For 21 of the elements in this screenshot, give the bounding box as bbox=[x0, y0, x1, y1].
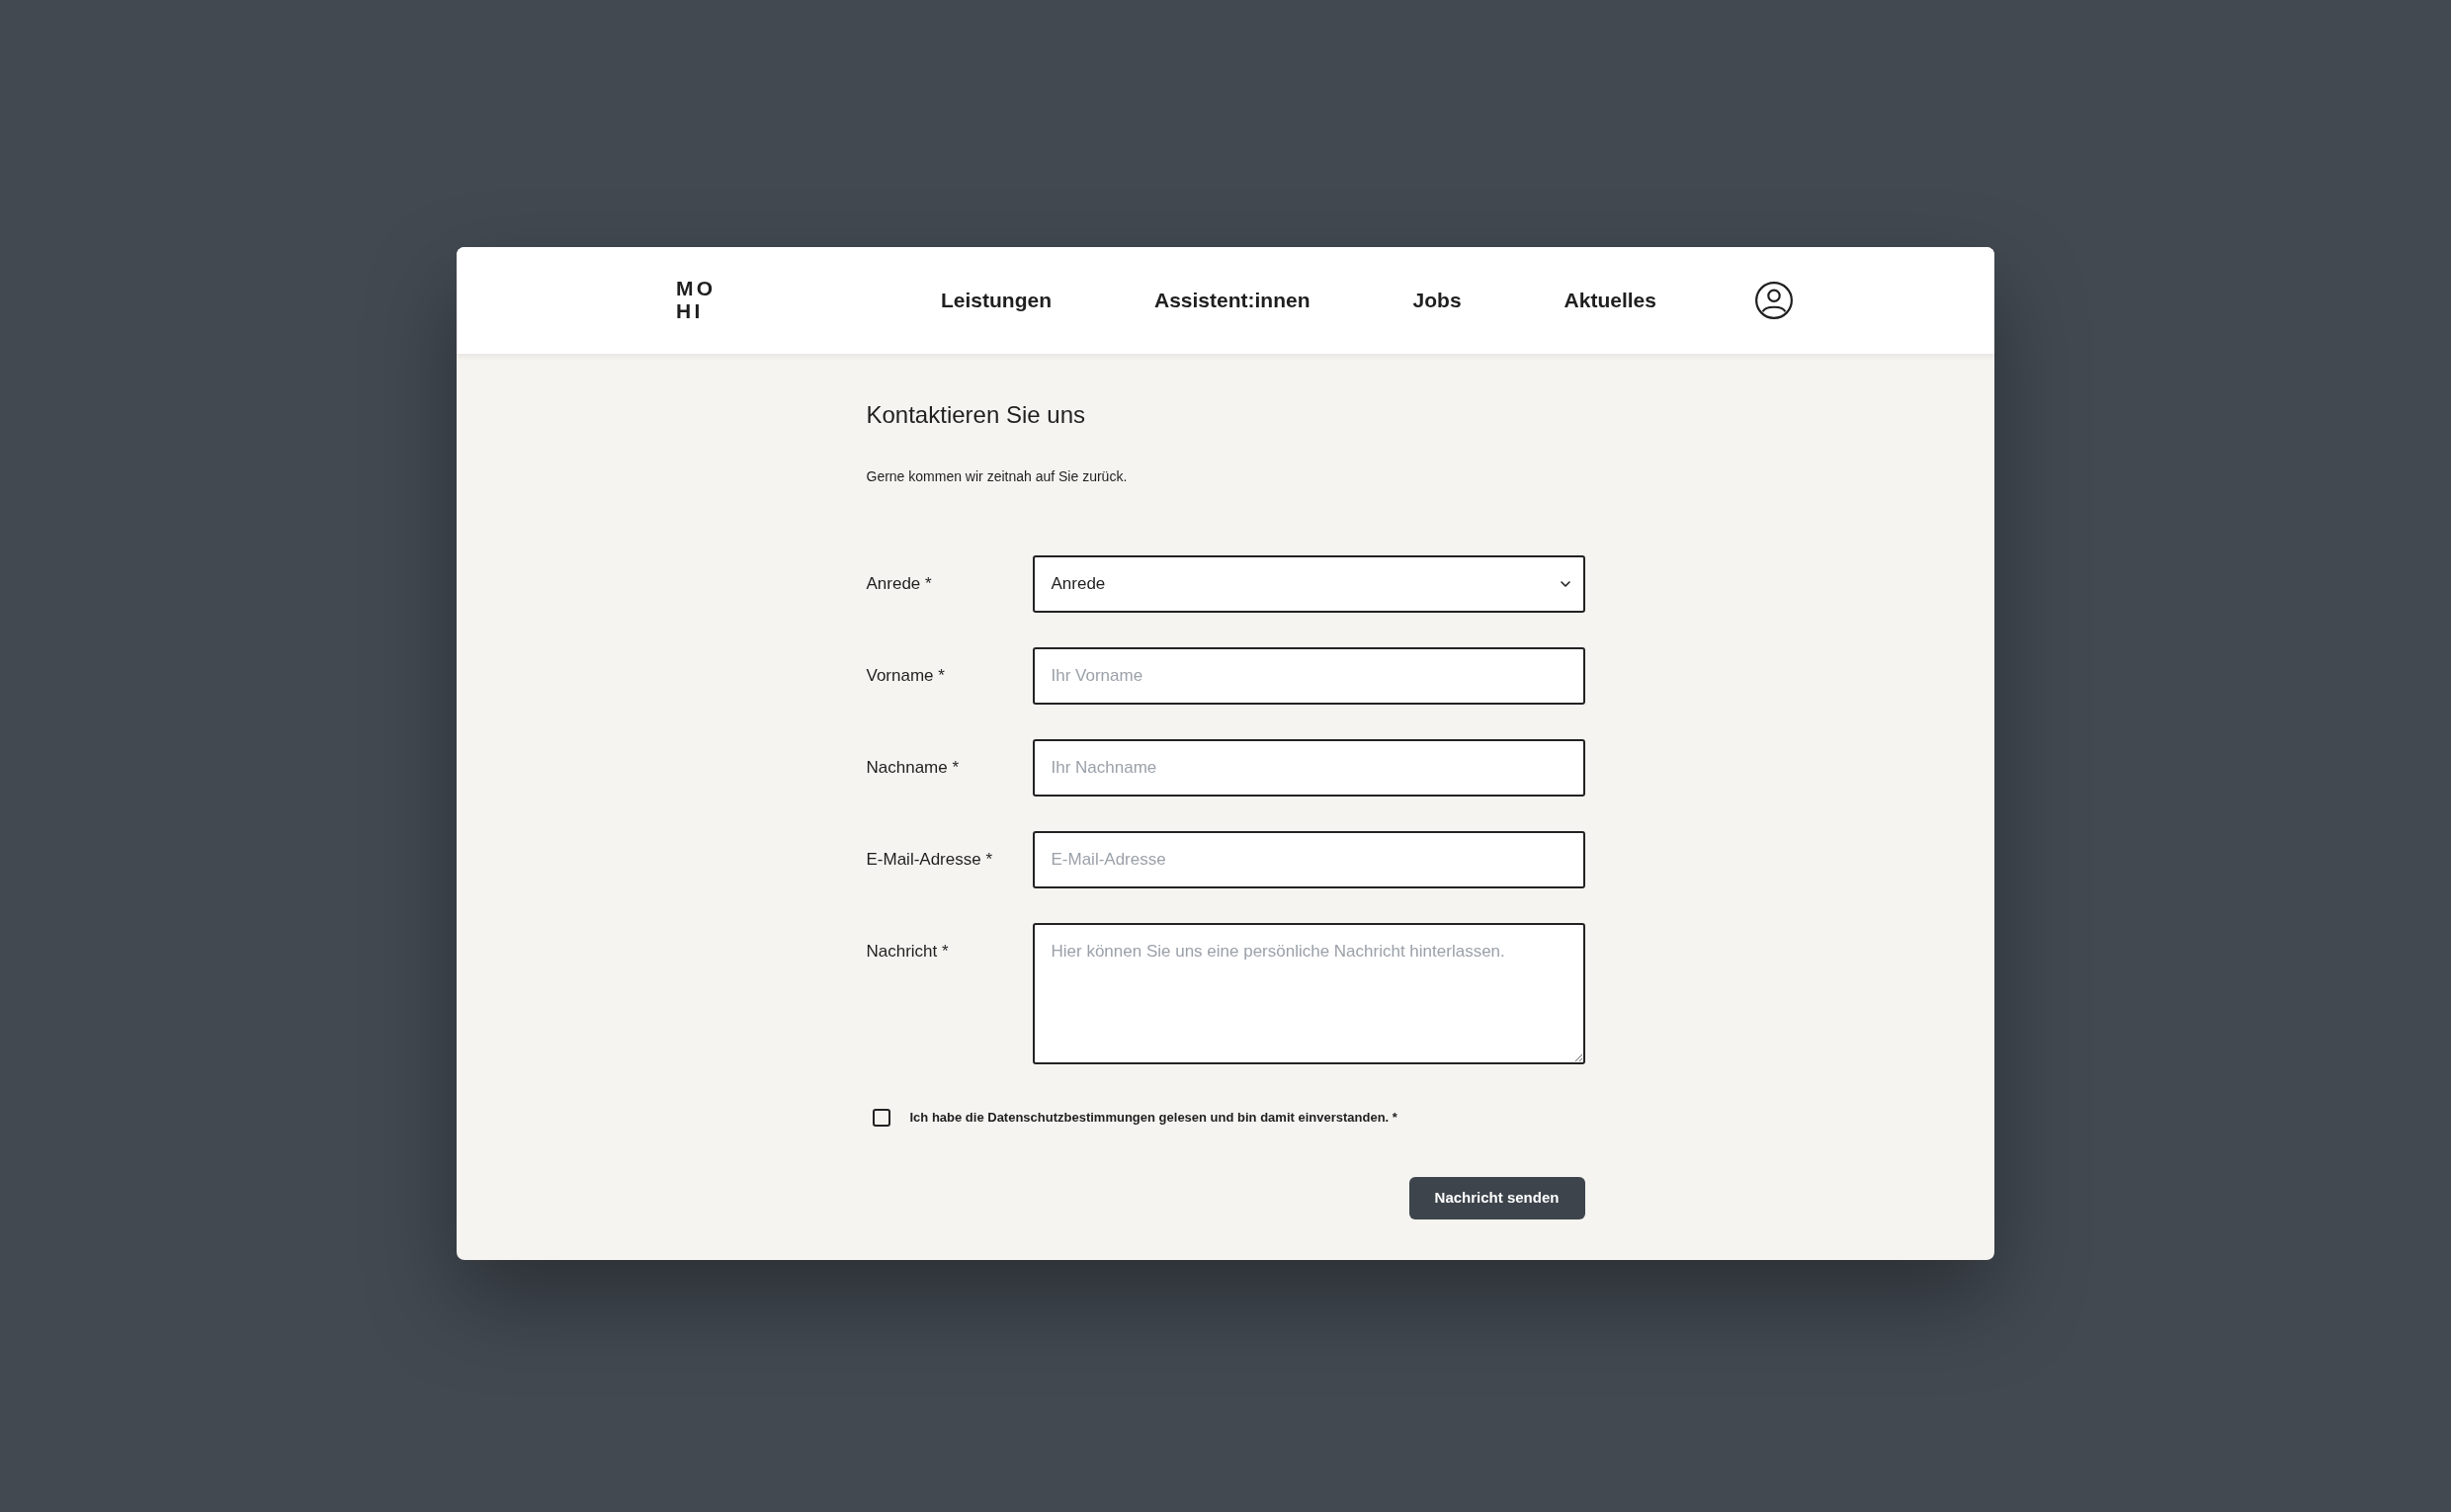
consent-text: Ich habe die Datenschutzbestimmungen gelesen und bin damit einverstanden. * bbox=[909, 1109, 1397, 1127]
text-field[interactable]: Ihr Vorname bbox=[1032, 647, 1585, 705]
field-label: Nachricht * bbox=[866, 941, 950, 963]
field-label: Vorname * bbox=[866, 665, 946, 687]
nav-link[interactable]: Assistent:innen bbox=[1154, 285, 1310, 316]
checkbox[interactable] bbox=[872, 1109, 890, 1127]
text-field[interactable]: Ihr Nachname bbox=[1032, 739, 1585, 797]
nav-link[interactable]: Aktuelles bbox=[1564, 285, 1656, 316]
field-label: E-Mail-Adresse * bbox=[866, 849, 994, 871]
field-label: Nachname * bbox=[866, 757, 961, 779]
user-icon[interactable] bbox=[1754, 282, 1793, 319]
nav-link[interactable]: Leistungen bbox=[941, 285, 1052, 316]
intro-text: Gerne kommen wir zeitnah auf Sie zurück. bbox=[866, 467, 1129, 486]
nav-link[interactable]: Jobs bbox=[1412, 285, 1462, 316]
send-button[interactable]: Nachricht senden bbox=[1408, 1177, 1585, 1219]
form-title: Kontaktieren Sie uns bbox=[866, 400, 1086, 430]
logo[interactable]: MO HI bbox=[676, 276, 717, 322]
message-field[interactable]: Hier können Sie uns eine persönliche Nachricht hinterlassen. bbox=[1032, 923, 1585, 1064]
salutation-select[interactable]: Anrede bbox=[1032, 555, 1585, 613]
text-field[interactable]: E-Mail-Adresse bbox=[1032, 831, 1585, 888]
field-label: Anrede * bbox=[866, 573, 933, 595]
